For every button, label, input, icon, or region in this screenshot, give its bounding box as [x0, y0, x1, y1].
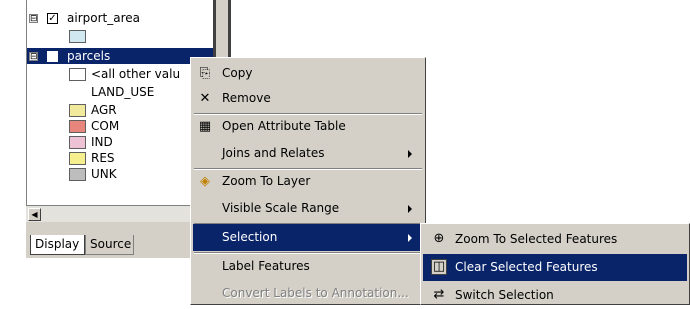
- menu-item-label: Zoom To Selected Features: [455, 232, 618, 246]
- table-icon: ▦: [198, 119, 212, 134]
- legend-class-label: RES: [91, 151, 115, 165]
- menu-item-label-features[interactable]: Label Features: [193, 253, 422, 280]
- menu-item-label: Visible Scale Range: [222, 201, 340, 215]
- clear-selection-icon: ◫: [431, 259, 447, 275]
- airport-area-visibility-checkbox[interactable]: ✓: [47, 13, 58, 24]
- horizontal-scrollbar[interactable]: ◀: [26, 205, 213, 223]
- menu-item-label: Copy: [222, 66, 253, 80]
- switch-selection-icon: ⇄: [433, 287, 445, 302]
- zoom-selected-icon: ⊕: [433, 231, 445, 246]
- legend-class-label: IND: [91, 135, 113, 149]
- layer-name-parcels: parcels: [67, 49, 111, 63]
- menu-item-clear-selected-features[interactable]: ◫ Clear Selected Features: [423, 254, 687, 281]
- agr-symbol: [69, 104, 86, 117]
- collapse-airport-area-button[interactable]: ⊟: [29, 14, 38, 24]
- menu-item-label: Selection: [222, 230, 278, 244]
- submenu-arrow-icon: [408, 205, 412, 213]
- menu-item-label: Remove: [222, 91, 271, 105]
- menu-item-selection[interactable]: Selection: [193, 224, 422, 251]
- menu-item-label: Clear Selected Features: [455, 260, 598, 274]
- land-use-field-label: LAND_USE: [91, 85, 155, 99]
- selection-submenu: ⊕ Zoom To Selected Features ◫ Clear Sele…: [420, 223, 690, 305]
- legend-class-label: UNK: [91, 167, 117, 181]
- ind-symbol: [69, 136, 86, 149]
- toc-tab-strip: Display Source: [26, 222, 213, 258]
- submenu-arrow-icon: [408, 234, 412, 242]
- parcels-visibility-checkbox[interactable]: ✓: [47, 51, 58, 62]
- menu-item-joins-and-relates[interactable]: Joins and Relates: [193, 140, 422, 167]
- menu-item-copy[interactable]: ⎘ Copy: [193, 60, 422, 87]
- remove-icon: ✕: [199, 91, 211, 106]
- menu-item-remove[interactable]: ✕ Remove: [193, 85, 422, 112]
- menu-item-label: Label Features: [222, 259, 310, 273]
- com-symbol: [69, 120, 86, 133]
- unk-symbol: [69, 168, 86, 181]
- other-values-symbol: [69, 68, 86, 81]
- zoom-to-layer-icon: ◈: [200, 174, 210, 189]
- menu-item-label: Joins and Relates: [222, 146, 325, 160]
- menu-item-zoom-to-selected-features[interactable]: ⊕ Zoom To Selected Features: [423, 226, 687, 253]
- layer-context-menu: ⎘ Copy ✕ Remove ▦ Open Attribute Table J…: [190, 57, 426, 305]
- layer-row-parcels[interactable]: ⊟ ✓ parcels: [27, 48, 214, 64]
- layer-name-airport-area: airport_area: [67, 11, 140, 25]
- layer-row-airport-area[interactable]: ⊟ ✓ airport_area: [27, 10, 214, 26]
- menu-item-label: Convert Labels to Annotation...: [222, 286, 409, 300]
- menu-item-label: Zoom To Layer: [222, 174, 311, 188]
- menu-item-visible-scale-range[interactable]: Visible Scale Range: [193, 195, 422, 222]
- menu-item-label: Open Attribute Table: [222, 119, 346, 133]
- collapse-parcels-button[interactable]: ⊟: [29, 52, 38, 62]
- tab-source[interactable]: Source: [85, 235, 134, 255]
- scroll-left-button[interactable]: ◀: [28, 208, 41, 221]
- menu-item-convert-labels[interactable]: Convert Labels to Annotation...: [193, 280, 422, 307]
- menu-item-zoom-to-layer[interactable]: ◈ Zoom To Layer: [193, 168, 422, 195]
- other-values-label: <all other valu: [91, 67, 181, 81]
- legend-class-label: COM: [91, 119, 120, 133]
- submenu-arrow-icon: [408, 150, 412, 158]
- table-of-contents: ⊟ ✓ airport_area ⊟ ✓ parcels <all other …: [26, 0, 214, 205]
- tab-display[interactable]: Display: [30, 235, 85, 255]
- airport-area-symbol: [69, 30, 86, 43]
- menu-item-open-attribute-table[interactable]: ▦ Open Attribute Table: [193, 113, 422, 140]
- legend-class-label: AGR: [91, 103, 117, 117]
- res-symbol: [69, 152, 86, 165]
- copy-icon: ⎘: [199, 66, 211, 81]
